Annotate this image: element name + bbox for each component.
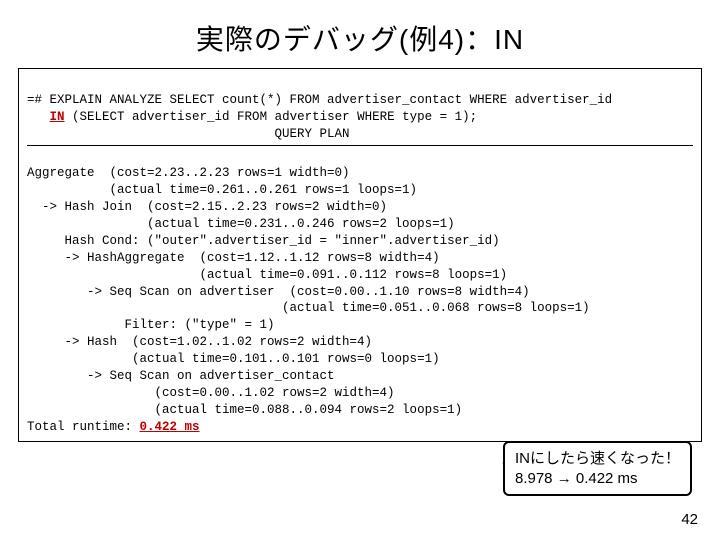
plan-row: -> Hash Join (cost=2.15..2.23 rows=2 wid… bbox=[27, 200, 387, 214]
plan-row: (actual time=0.261..0.261 rows=1 loops=1… bbox=[27, 183, 417, 197]
plan-row: (actual time=0.091..0.112 rows=8 loops=1… bbox=[27, 268, 507, 282]
sql-line2: (SELECT advertiser_id FROM advertiser WH… bbox=[65, 110, 478, 124]
callout-line2: 8.978 → 0.422 ms bbox=[515, 469, 680, 489]
callout-line1: INにしたら速くなった！ bbox=[515, 449, 680, 469]
query-plan-header: QUERY PLAN bbox=[27, 127, 350, 141]
callout-box: INにしたら速くなった！ 8.978 → 0.422 ms bbox=[503, 441, 692, 496]
plan-row: -> Seq Scan on advertiser_contact bbox=[27, 369, 335, 383]
plan-row: -> Seq Scan on advertiser (cost=0.00..1.… bbox=[27, 285, 530, 299]
plan-row: (actual time=0.088..0.094 rows=2 loops=1… bbox=[27, 403, 462, 417]
page-number: 42 bbox=[681, 511, 698, 528]
plan-row: (actual time=0.101..0.101 rows=0 loops=1… bbox=[27, 352, 440, 366]
plan-row: -> HashAggregate (cost=1.12..1.12 rows=8… bbox=[27, 251, 440, 265]
in-keyword: IN bbox=[50, 110, 65, 124]
runtime-value: 0.422 ms bbox=[140, 420, 200, 434]
plan-row: Aggregate (cost=2.23..2.23 rows=1 width=… bbox=[27, 166, 350, 180]
slide-title: 実際のデバッグ(例4)：IN bbox=[0, 0, 720, 68]
plan-row: Filter: ("type" = 1) bbox=[27, 318, 275, 332]
plan-row: Hash Cond: ("outer".advertiser_id = "inn… bbox=[27, 234, 500, 248]
plan-row: (actual time=0.051..0.068 rows=8 loops=1… bbox=[27, 301, 590, 315]
plan-row: (actual time=0.231..0.246 rows=2 loops=1… bbox=[27, 217, 455, 231]
divider bbox=[27, 145, 693, 146]
plan-row: (cost=0.00..1.02 rows=2 width=4) bbox=[27, 386, 395, 400]
query-plan-box: =# EXPLAIN ANALYZE SELECT count(*) FROM … bbox=[18, 68, 702, 442]
runtime-label: Total runtime: bbox=[27, 420, 140, 434]
sql-line1: =# EXPLAIN ANALYZE SELECT count(*) FROM … bbox=[27, 93, 612, 107]
plan-row: -> Hash (cost=1.02..1.02 rows=2 width=4) bbox=[27, 335, 372, 349]
